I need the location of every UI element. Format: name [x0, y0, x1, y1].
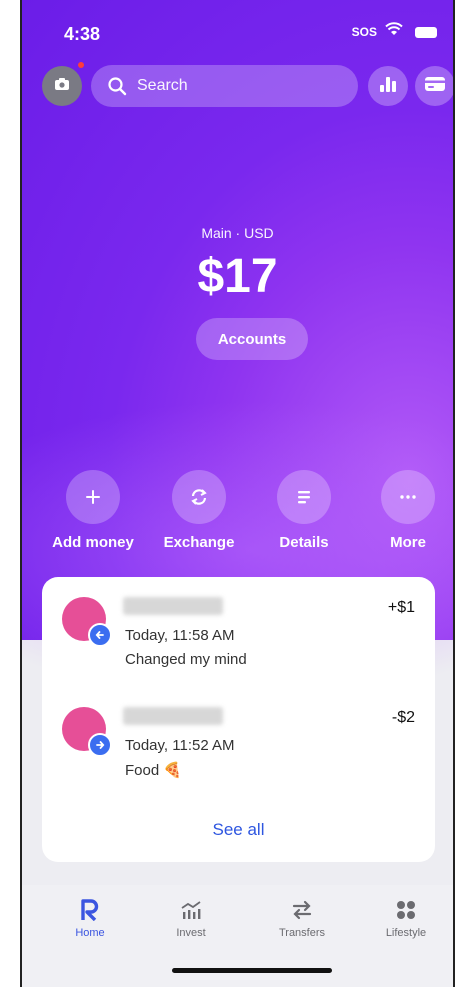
more-action[interactable]: More: [353, 470, 453, 551]
transaction-name-blurred: [123, 597, 223, 615]
transaction-note: Changed my mind: [125, 651, 247, 668]
status-time: 4:38: [64, 24, 101, 44]
incoming-arrow-icon: [88, 623, 112, 647]
wifi-icon: [385, 22, 403, 41]
lifestyle-icon: [366, 897, 446, 923]
tab-home-label: Home: [75, 927, 105, 939]
notification-dot: [78, 62, 84, 68]
add-money-action[interactable]: Add money: [38, 470, 148, 551]
more-label: More: [390, 534, 426, 551]
search-bar[interactable]: Search: [91, 65, 358, 107]
see-all-link[interactable]: See all: [42, 820, 435, 840]
cards-button[interactable]: [415, 66, 453, 106]
quick-actions: Add money Exchange Details More: [22, 470, 453, 565]
tab-lifestyle-label: Lifestyle: [385, 927, 427, 939]
camera-icon: [54, 77, 70, 96]
camera-button[interactable]: [42, 62, 84, 106]
accounts-button[interactable]: Accounts: [196, 318, 308, 360]
tab-transfers[interactable]: Transfers: [262, 897, 342, 939]
home-indicator: [172, 968, 332, 973]
card-icon: [425, 76, 445, 96]
transaction-name-blurred: [123, 707, 223, 725]
transactions-card: +$1 Today, 11:58 AM Changed my mind -$2 …: [42, 577, 435, 862]
balance-section: Main · USD $17: [22, 225, 453, 304]
avatar: [62, 597, 112, 647]
details-label: Details: [279, 534, 329, 551]
tab-lifestyle[interactable]: Lifestyle: [366, 897, 446, 939]
bar-chart-icon: [379, 76, 397, 97]
transaction-row[interactable]: +$1 Today, 11:58 AM Changed my mind: [42, 577, 435, 668]
plus-icon: [66, 470, 120, 524]
battery-icon: [415, 27, 437, 38]
transfers-icon: [262, 897, 342, 923]
more-icon: [381, 470, 435, 524]
exchange-icon: [172, 470, 226, 524]
transaction-time: Today, 11:58 AM: [125, 627, 235, 644]
search-icon: [107, 76, 127, 96]
search-placeholder: Search: [137, 77, 188, 94]
phone-frame: 4:38 SOS Search Main · USD $17 Accounts …: [20, 0, 455, 987]
top-bar: Search: [22, 62, 453, 107]
status-sos: SOS: [351, 25, 377, 39]
invest-icon: [151, 897, 231, 923]
transaction-amount: -$2: [391, 709, 415, 726]
balance-amount: $17: [197, 250, 278, 303]
details-action[interactable]: Details: [249, 470, 359, 551]
status-bar: 4:38 SOS: [22, 22, 453, 46]
analytics-button[interactable]: [368, 66, 408, 106]
tab-invest[interactable]: Invest: [151, 897, 231, 939]
avatar: [62, 707, 112, 757]
tab-bar: Home Invest Transfers Lifestyle: [22, 885, 453, 987]
details-icon: [277, 470, 331, 524]
outgoing-arrow-icon: [88, 733, 112, 757]
exchange-action[interactable]: Exchange: [144, 470, 254, 551]
exchange-label: Exchange: [163, 534, 235, 551]
home-r-icon: [50, 897, 130, 923]
tab-transfers-label: Transfers: [278, 927, 326, 939]
transaction-amount: +$1: [387, 599, 415, 616]
transaction-row[interactable]: -$2 Today, 11:52 AM Food 🍕: [42, 687, 435, 779]
transaction-note: Food 🍕: [125, 762, 183, 779]
add-money-label: Add money: [52, 534, 134, 551]
account-label: Main · USD: [201, 225, 274, 241]
tab-invest-label: Invest: [176, 927, 206, 939]
transaction-time: Today, 11:52 AM: [125, 737, 235, 754]
tab-home[interactable]: Home: [50, 897, 130, 939]
